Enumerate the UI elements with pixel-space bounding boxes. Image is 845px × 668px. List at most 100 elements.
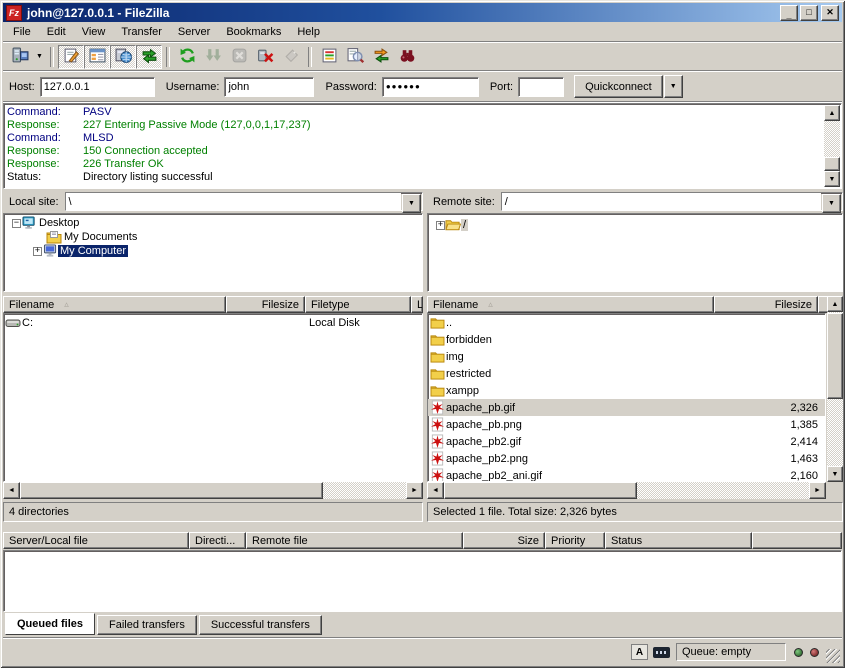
file-row[interactable]: C: Local Disk (4, 314, 422, 331)
column-header-filename[interactable]: Filename▵ (427, 296, 714, 313)
log-scrollbar[interactable]: ▲ ▼ (824, 105, 840, 187)
remote-site-value[interactable]: / (502, 193, 821, 210)
directory-comparison-button[interactable] (342, 45, 368, 69)
file-row[interactable]: img (428, 348, 825, 365)
menu-bookmarks[interactable]: Bookmarks (218, 24, 289, 40)
minimize-button[interactable]: _ (780, 5, 798, 21)
tree-item-my-documents[interactable]: My Documents (4, 230, 422, 244)
folder-icon (428, 366, 446, 382)
site-manager-button[interactable] (7, 45, 33, 69)
column-header-server-local-file[interactable]: Server/Local file (3, 532, 189, 549)
scroll-up-button[interactable]: ▲ (824, 105, 840, 121)
scroll-thumb[interactable] (444, 482, 637, 499)
collapse-icon[interactable]: − (12, 219, 21, 228)
column-header-filesize[interactable]: Filesize (714, 296, 818, 313)
tree-item-desktop[interactable]: − Desktop (4, 216, 422, 230)
menu-view[interactable]: View (74, 24, 114, 40)
file-row[interactable]: apache_pb2.gif2,414 (428, 433, 825, 450)
local-tree[interactable]: − Desktop My Documents + My Computer (3, 213, 423, 292)
tab-failed-transfers[interactable]: Failed transfers (97, 615, 197, 635)
menu-edit[interactable]: Edit (39, 24, 74, 40)
tab-queued-files[interactable]: Queued files (5, 613, 95, 635)
toggle-local-tree-button[interactable] (84, 45, 110, 69)
expand-icon[interactable]: + (436, 221, 445, 230)
scroll-down-button[interactable]: ▼ (827, 466, 843, 482)
remote-tree[interactable]: + / (427, 213, 843, 292)
expand-icon[interactable]: + (33, 247, 42, 256)
remote-horizontal-scrollbar[interactable]: ◄ ► (427, 482, 826, 499)
column-header-status[interactable]: Status (605, 532, 752, 549)
refresh-button[interactable] (174, 45, 200, 69)
abort-button[interactable] (278, 45, 304, 69)
find-files-button[interactable] (394, 45, 420, 69)
resize-grip[interactable] (826, 649, 840, 663)
file-row[interactable]: xampp (428, 382, 825, 399)
scroll-left-button[interactable]: ◄ (427, 482, 444, 499)
scroll-thumb[interactable] (20, 482, 323, 499)
column-header-filename[interactable]: Filename▵ (3, 296, 226, 313)
quickconnect-dropdown[interactable]: ▼ (664, 75, 683, 98)
file-row[interactable]: restricted (428, 365, 825, 382)
disconnect-button[interactable] (252, 45, 278, 69)
title-bar[interactable]: Fz john@127.0.0.1 - FileZilla _ □ ✕ (3, 3, 842, 22)
abort-icon (283, 47, 300, 67)
download-activity-led (794, 648, 803, 657)
menu-transfer[interactable]: Transfer (113, 24, 170, 40)
file-row[interactable]: .. (428, 314, 825, 331)
file-row-selected[interactable]: apache_pb.gif2,326 (428, 399, 825, 416)
file-row[interactable]: apache_pb2.png1,463 (428, 450, 825, 467)
password-input[interactable]: ●●●●●● (382, 77, 479, 97)
scroll-down-button[interactable]: ▼ (824, 171, 840, 187)
scroll-thumb[interactable] (824, 157, 840, 171)
local-site-dropdown[interactable]: ▼ (402, 194, 421, 213)
scroll-right-button[interactable]: ► (406, 482, 423, 499)
menu-help[interactable]: Help (289, 24, 328, 40)
folder-icon (428, 332, 446, 348)
local-site-combobox[interactable]: \ ▼ (65, 192, 423, 211)
menu-file[interactable]: File (5, 24, 39, 40)
toggle-message-log-button[interactable] (58, 45, 84, 69)
local-file-list[interactable]: C: Local Disk (3, 313, 423, 482)
port-input[interactable] (518, 77, 564, 97)
tree-item-my-computer[interactable]: + My Computer (4, 244, 422, 258)
close-button[interactable]: ✕ (821, 5, 839, 21)
tab-successful-transfers[interactable]: Successful transfers (199, 615, 322, 635)
refresh-icon (179, 47, 196, 67)
remote-vertical-scrollbar[interactable]: ▲ ▼ (827, 296, 843, 482)
remote-file-list[interactable]: .. forbidden img restricted xampp apache… (427, 313, 826, 482)
toggle-queue-button[interactable] (136, 45, 162, 69)
site-manager-dropdown[interactable]: ▼ (33, 46, 46, 68)
host-input[interactable]: 127.0.0.1 (40, 77, 155, 97)
tree-item-root[interactable]: + / (428, 218, 842, 232)
local-site-value[interactable]: \ (66, 193, 401, 210)
file-row[interactable]: apache_pb.png1,385 (428, 416, 825, 433)
open-folder-icon (445, 218, 461, 232)
scroll-left-button[interactable]: ◄ (3, 482, 20, 499)
file-row[interactable]: forbidden (428, 331, 825, 348)
column-header-size[interactable]: Size (463, 532, 545, 549)
maximize-button[interactable]: □ (800, 5, 818, 21)
message-log[interactable]: Command:PASV Response:227 Entering Passi… (3, 103, 842, 189)
local-horizontal-scrollbar[interactable]: ◄ ► (3, 482, 423, 499)
column-header-remote-file[interactable]: Remote file (246, 532, 463, 549)
menu-server[interactable]: Server (170, 24, 218, 40)
column-header-priority[interactable]: Priority (545, 532, 605, 549)
remote-site-dropdown[interactable]: ▼ (822, 194, 841, 213)
quickconnect-button[interactable]: Quickconnect (574, 75, 663, 98)
column-header-direction[interactable]: Directi... (189, 532, 246, 549)
column-header-filesize[interactable]: Filesize (226, 296, 305, 313)
remote-site-combobox[interactable]: / ▼ (501, 192, 843, 211)
username-input[interactable]: john (224, 77, 314, 97)
scroll-thumb[interactable] (827, 313, 843, 399)
scroll-up-button[interactable]: ▲ (827, 296, 843, 312)
toggle-remote-tree-button[interactable] (110, 45, 136, 69)
file-row[interactable]: apache_pb2_ani.gif2,160 (428, 467, 825, 482)
process-queue-button[interactable] (200, 45, 226, 69)
synchronized-browsing-button[interactable] (368, 45, 394, 69)
column-header-filetype[interactable]: Filetype (305, 296, 411, 313)
scroll-right-button[interactable]: ► (809, 482, 826, 499)
column-header-lastmodified[interactable]: L (411, 296, 423, 313)
queue-list[interactable] (3, 550, 842, 612)
cancel-operation-button[interactable] (226, 45, 252, 69)
filter-button[interactable] (316, 45, 342, 69)
